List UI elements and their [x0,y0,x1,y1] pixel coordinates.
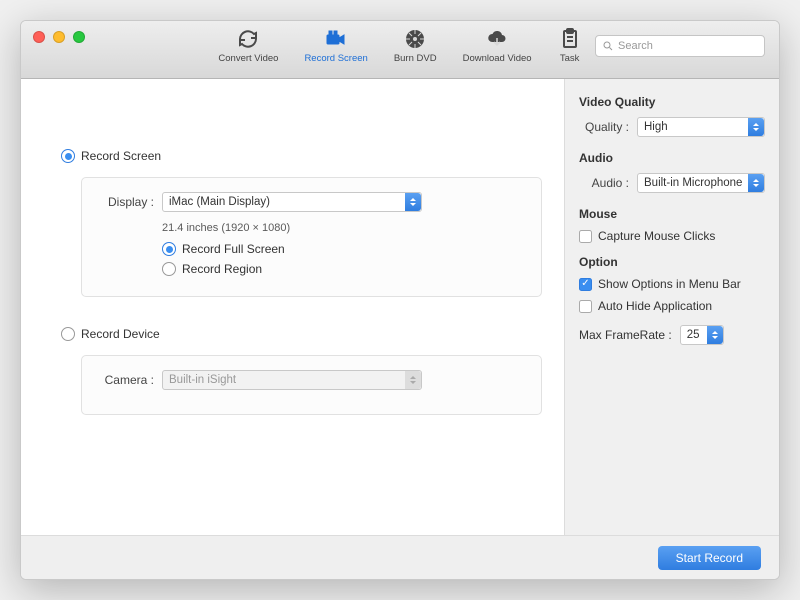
capture-mouse-checkbox[interactable]: Capture Mouse Clicks [579,229,765,243]
toolbar-task[interactable]: Task [558,27,582,64]
audio-select[interactable]: Built-in Microphone [637,173,765,193]
start-record-button[interactable]: Start Record [658,546,761,570]
toolbar-convert-video[interactable]: Convert Video [218,27,278,64]
chevron-updown-icon [707,326,723,344]
camera-icon [324,27,348,51]
quality-select[interactable]: High [637,117,765,137]
section-video-quality: Video Quality [579,95,765,109]
record-screen-label: Record Screen [81,149,161,163]
auto-hide-checkbox[interactable]: Auto Hide Application [579,299,765,313]
record-full-screen-radio[interactable]: Record Full Screen [162,242,525,256]
minimize-icon[interactable] [53,31,65,43]
toolbar-burn-dvd[interactable]: Burn DVD [394,27,437,64]
show-menubar-checkbox[interactable]: Show Options in Menu Bar [579,277,765,291]
section-mouse: Mouse [579,207,765,221]
record-device-label: Record Device [81,327,160,341]
audio-value: Built-in Microphone [644,177,742,189]
quality-label: Quality : [579,120,629,134]
toolbar-label: Task [560,53,580,64]
app-window: Convert Video Record Screen Burn DVD Dow… [20,20,780,580]
toolbar-download-video[interactable]: Download Video [463,27,532,64]
section-option: Option [579,255,765,269]
disc-icon [403,27,427,51]
checkbox-icon [579,230,592,243]
window-controls [33,31,85,43]
checkbox-icon [579,278,592,291]
show-menubar-label: Show Options in Menu Bar [598,277,741,291]
record-device-group: Camera : Built-in iSight [81,355,542,415]
record-region-label: Record Region [182,262,262,276]
record-region-radio[interactable]: Record Region [162,262,525,276]
camera-select[interactable]: Built-in iSight [162,370,422,390]
capture-mouse-label: Capture Mouse Clicks [598,229,715,243]
audio-label: Audio : [579,176,629,190]
toolbar-label: Record Screen [304,53,367,64]
camera-label: Camera : [98,373,154,387]
record-device-radio[interactable]: Record Device [61,327,542,341]
record-full-label: Record Full Screen [182,242,285,256]
camera-value: Built-in iSight [169,374,236,386]
display-sub: 21.4 inches (1920 × 1080) [162,222,525,234]
refresh-icon [236,27,260,51]
checkbox-icon [579,300,592,313]
framerate-select[interactable]: 25 [680,325,724,345]
clipboard-icon [558,27,582,51]
chevron-updown-icon [748,118,764,136]
toolbar-label: Convert Video [218,53,278,64]
display-select[interactable]: iMac (Main Display) [162,192,422,212]
record-screen-group: Display : iMac (Main Display) 21.4 inche… [81,177,542,297]
search-placeholder: Search [618,40,653,52]
section-audio: Audio [579,151,765,165]
radio-icon [61,327,75,341]
chevron-updown-icon [748,174,764,192]
toolbar-label: Burn DVD [394,53,437,64]
toolbar: Convert Video Record Screen Burn DVD Dow… [218,27,581,64]
toolbar-label: Download Video [463,53,532,64]
framerate-label: Max FrameRate : [579,328,672,342]
framerate-value: 25 [687,329,700,341]
footer: Start Record [21,535,779,579]
display-label: Display : [98,195,154,209]
record-screen-radio[interactable]: Record Screen [61,149,542,163]
radio-icon [61,149,75,163]
radio-icon [162,242,176,256]
auto-hide-label: Auto Hide Application [598,299,712,313]
radio-icon [162,262,176,276]
chevron-updown-icon [405,193,421,211]
toolbar-record-screen[interactable]: Record Screen [304,27,367,64]
sidebar: Video Quality Quality : High Audio Audio… [564,79,779,535]
search-input[interactable]: Search [595,35,765,57]
body: Record Screen Display : iMac (Main Displ… [21,79,779,535]
titlebar: Convert Video Record Screen Burn DVD Dow… [21,21,779,79]
close-icon[interactable] [33,31,45,43]
display-value: iMac (Main Display) [169,196,270,208]
cloud-download-icon [485,27,509,51]
quality-value: High [644,121,668,133]
chevron-updown-icon [405,371,421,389]
zoom-icon[interactable] [73,31,85,43]
search-icon [602,40,614,52]
main-panel: Record Screen Display : iMac (Main Displ… [21,79,564,535]
